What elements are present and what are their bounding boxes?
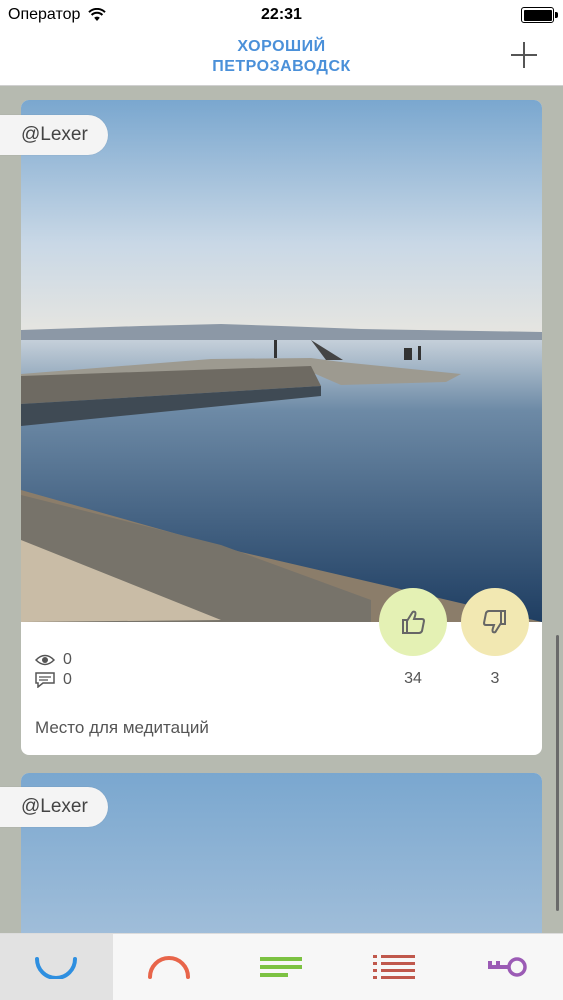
battery-icon xyxy=(521,7,558,23)
post-photo[interactable] xyxy=(21,100,542,622)
dislike-count: 3 xyxy=(490,670,500,687)
list-green-icon xyxy=(260,957,303,977)
tab-bar xyxy=(0,933,563,1000)
views-count: 0 xyxy=(63,651,72,668)
nav-bar: ХОРОШИЙ ПЕТРОЗАВОДСК xyxy=(0,30,563,86)
tab-list[interactable] xyxy=(225,934,338,1000)
tab-feed[interactable] xyxy=(0,934,113,1000)
key-icon xyxy=(487,957,527,977)
status-bar: Оператор 22:31 xyxy=(0,0,563,30)
author-tag[interactable]: @Lexer xyxy=(0,787,108,827)
thumbs-down-icon xyxy=(482,610,506,634)
eye-icon xyxy=(35,654,55,666)
like-button[interactable] xyxy=(379,588,447,656)
list-red-icon xyxy=(373,955,416,979)
post-caption: Место для медитаций xyxy=(35,718,209,737)
page-title-line2: ПЕТРОЗАВОДСК xyxy=(212,58,351,75)
status-time: 22:31 xyxy=(261,6,302,23)
views-stat: 0 xyxy=(35,651,72,669)
dislike-button[interactable] xyxy=(461,588,529,656)
page-title: ХОРОШИЙ ПЕТРОЗАВОДСК xyxy=(120,37,443,77)
page-title-line1: ХОРОШИЙ xyxy=(237,38,326,55)
comments-count: 0 xyxy=(63,671,72,688)
arc-up-icon xyxy=(147,956,190,979)
tab-login[interactable] xyxy=(450,934,563,1000)
like-count: 34 xyxy=(404,670,422,687)
thumbs-up-icon xyxy=(402,610,426,634)
scrollbar[interactable] xyxy=(556,635,559,911)
plus-icon[interactable] xyxy=(511,42,537,68)
author-tag[interactable]: @Lexer xyxy=(0,115,108,155)
tab-menu[interactable] xyxy=(338,934,451,1000)
arc-down-icon xyxy=(35,957,78,979)
post-card[interactable]: 34 3 0 0 Место для медитаций xyxy=(21,100,542,755)
comments-stat: 0 xyxy=(35,671,72,689)
comment-icon xyxy=(35,672,55,688)
tab-popular[interactable] xyxy=(113,934,226,1000)
